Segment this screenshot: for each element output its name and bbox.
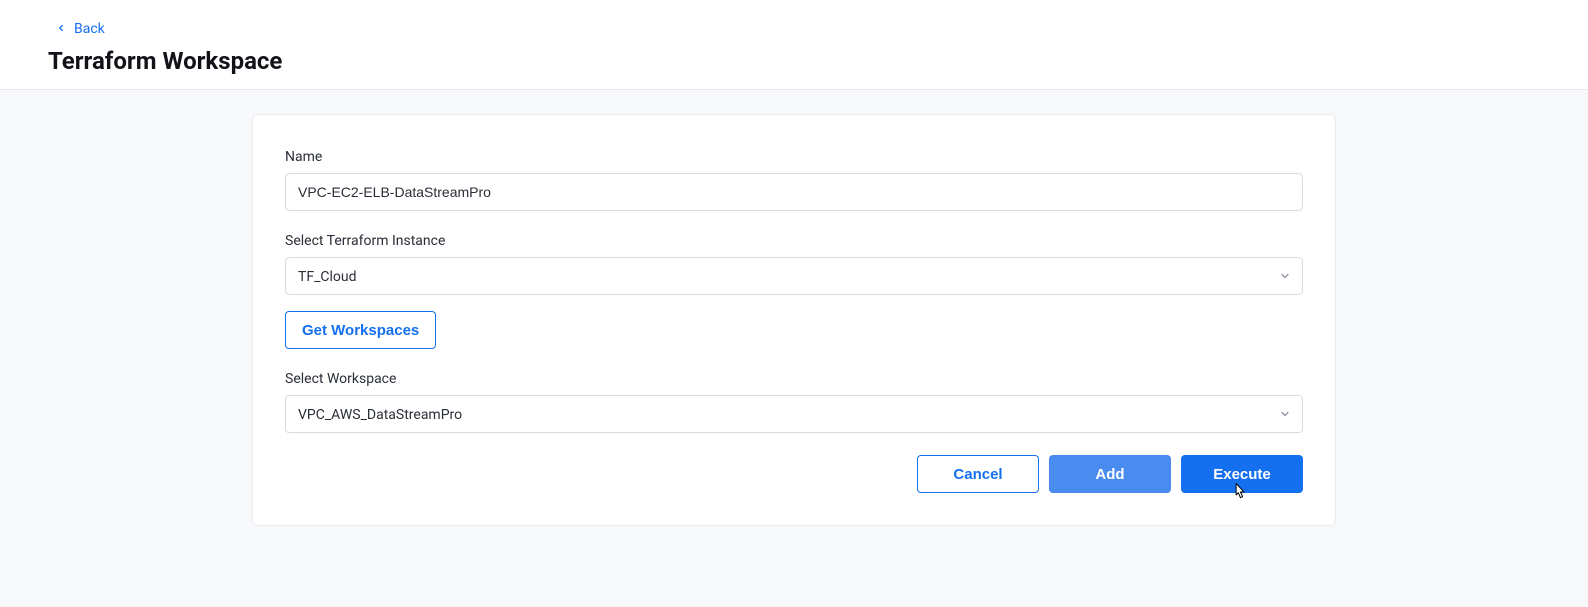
add-button[interactable]: Add [1049,455,1171,493]
name-input[interactable] [285,173,1303,211]
instance-select[interactable]: TF_Cloud [285,257,1303,295]
name-label: Name [285,149,1303,165]
cancel-button[interactable]: Cancel [917,455,1039,493]
back-link-label: Back [74,21,105,37]
form-card: Name Select Terraform Instance TF_Cloud … [252,114,1336,526]
instance-group: Select Terraform Instance TF_Cloud [285,233,1303,295]
get-workspaces-wrap: Get Workspaces [285,311,1303,349]
chevron-left-icon [56,21,66,37]
page-title: Terraform Workspace [48,47,1540,75]
page-header: Back Terraform Workspace [0,0,1588,90]
workspace-group: Select Workspace VPC_AWS_DataStreamPro [285,371,1303,433]
instance-select-wrap: TF_Cloud [285,257,1303,295]
name-group: Name [285,149,1303,211]
workspace-select[interactable]: VPC_AWS_DataStreamPro [285,395,1303,433]
back-link[interactable]: Back [56,21,105,37]
get-workspaces-button[interactable]: Get Workspaces [285,311,436,349]
workspace-label: Select Workspace [285,371,1303,387]
execute-button[interactable]: Execute [1181,455,1303,493]
action-row: Cancel Add Execute [285,455,1303,493]
instance-label: Select Terraform Instance [285,233,1303,249]
workspace-select-wrap: VPC_AWS_DataStreamPro [285,395,1303,433]
content-area: Name Select Terraform Instance TF_Cloud … [0,90,1588,526]
